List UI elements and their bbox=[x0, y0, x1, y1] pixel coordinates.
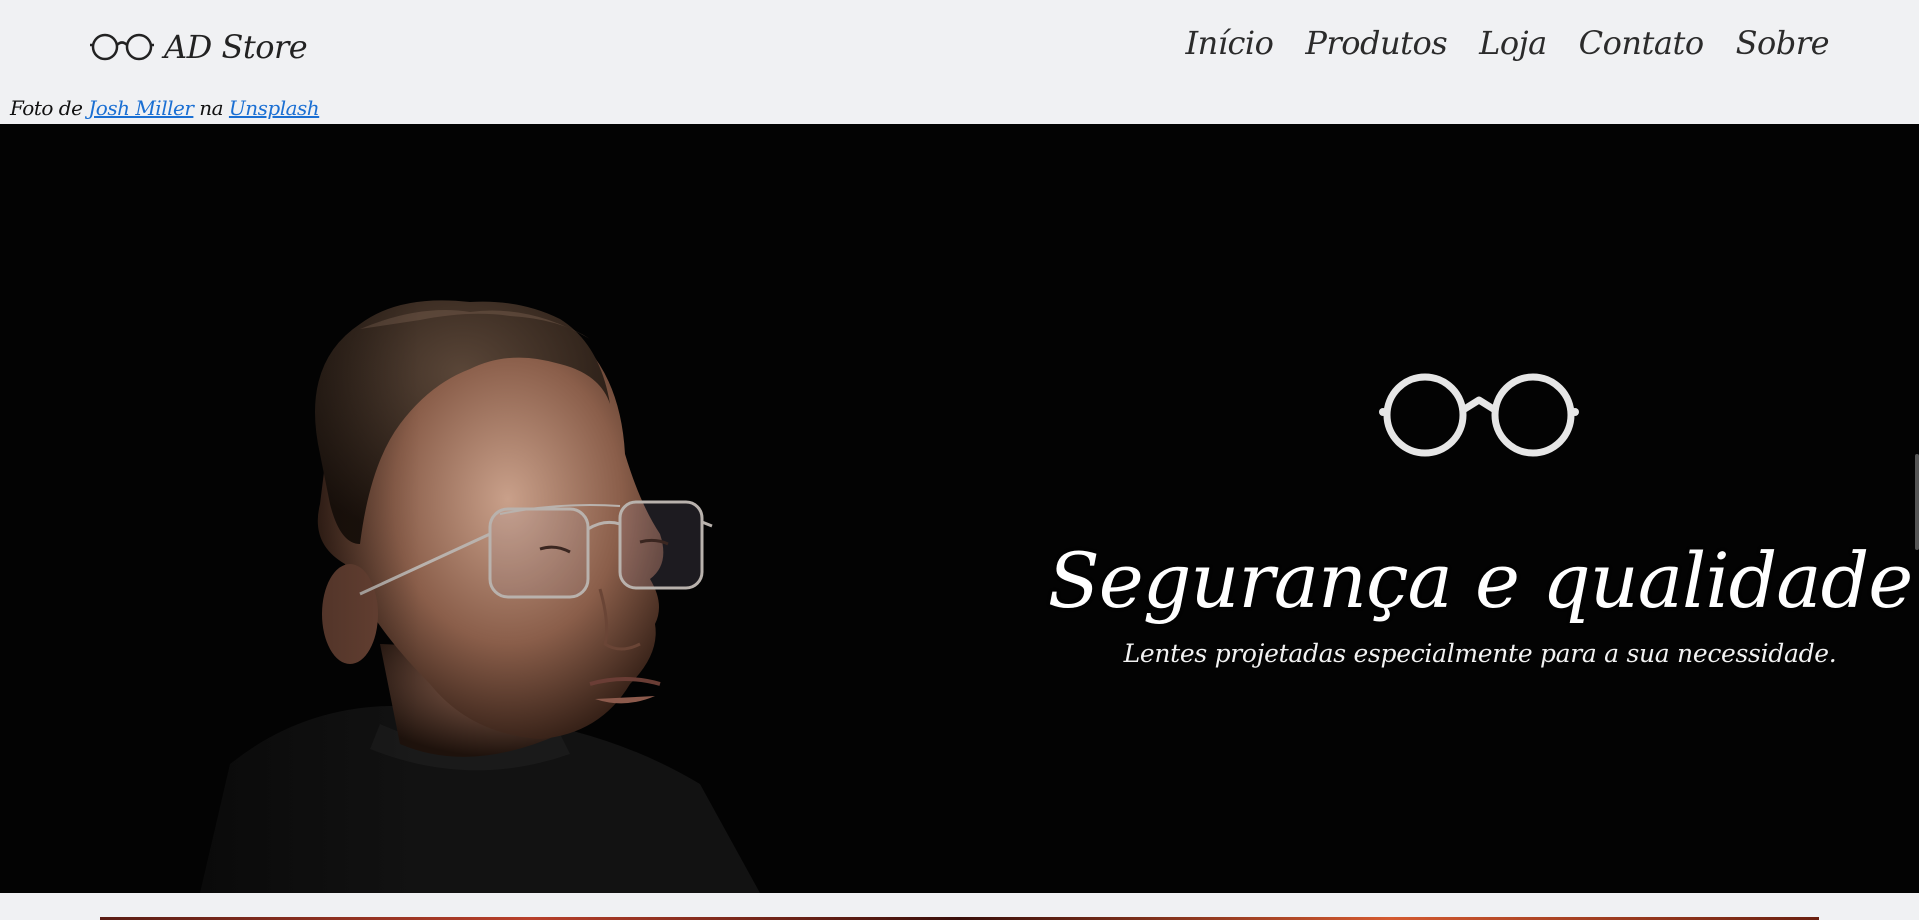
scrollbar-thumb[interactable] bbox=[1915, 454, 1919, 550]
credit-middle: na bbox=[199, 96, 224, 120]
glasses-icon bbox=[90, 31, 154, 63]
nav-link-inicio[interactable]: Início bbox=[1186, 24, 1274, 62]
hero-subtitle: Lentes projetadas especialmente para a s… bbox=[1123, 639, 1837, 668]
credit-site-link[interactable]: Unsplash bbox=[229, 96, 320, 120]
hero-banner: Segurança e qualidade Lentes projetadas … bbox=[0, 124, 1919, 893]
nav-link-produtos[interactable]: Produtos bbox=[1305, 24, 1447, 62]
site-header: AD Store Início Produtos Loja Contato So… bbox=[0, 0, 1919, 95]
glasses-icon bbox=[1378, 370, 1580, 464]
photo-credit: Foto de Josh Miller na Unsplash bbox=[10, 96, 320, 120]
brand-name: AD Store bbox=[164, 28, 308, 66]
hero-portrait-image bbox=[0, 124, 760, 893]
brand-logo[interactable]: AD Store bbox=[90, 22, 308, 72]
main-nav: Início Produtos Loja Contato Sobre bbox=[1186, 24, 1830, 62]
nav-link-contato[interactable]: Contato bbox=[1579, 24, 1704, 62]
next-section-edge bbox=[0, 893, 1919, 920]
hero-title: Segurança e qualidade bbox=[1047, 536, 1914, 625]
nav-link-sobre[interactable]: Sobre bbox=[1736, 24, 1830, 62]
nav-link-loja[interactable]: Loja bbox=[1479, 24, 1547, 62]
credit-prefix: Foto de bbox=[10, 96, 83, 120]
credit-author-link[interactable]: Josh Miller bbox=[88, 96, 194, 120]
